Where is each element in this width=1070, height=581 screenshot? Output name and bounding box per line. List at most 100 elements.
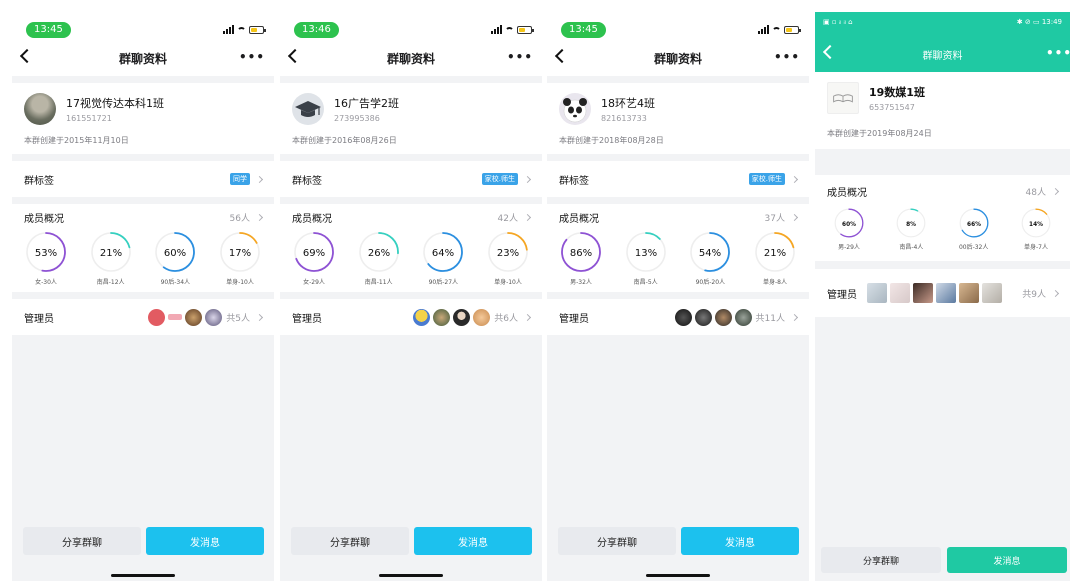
member-overview[interactable]: 成员概况 42人 69% 女-29人 26% 南昌-11人 64% 90后-27人 23% 单… <box>280 204 542 292</box>
share-group-button[interactable]: 分享群聊 <box>291 527 409 555</box>
ring-label: 南昌-11人 <box>364 279 393 286</box>
battery-icon <box>517 26 534 34</box>
status-bar: ▣ ▫ ᵢₗ ᵢₗ ⌂ ✱ ⊘ ▭ 13:49 <box>815 12 1070 36</box>
send-message-button[interactable]: 发消息 <box>681 527 799 555</box>
battery-icon <box>784 26 801 34</box>
ring-label: 00后-32人 <box>958 244 989 251</box>
group-name: 17视觉传达本科1班 <box>66 97 164 110</box>
group-id: 653751547 <box>869 103 915 112</box>
group-header[interactable]: 17视觉传达本科1班 161551721 本群创建于2015年11月10日 <box>12 83 274 154</box>
stat-ring: 86% 男-32人 <box>553 230 609 286</box>
ring-label: 90后-34人 <box>160 279 191 286</box>
ring-percent: 21% <box>764 248 786 259</box>
stat-ring: 64% 90后-27人 <box>415 230 471 286</box>
send-message-button[interactable]: 发消息 <box>947 547 1067 573</box>
home-indicator[interactable] <box>379 574 443 577</box>
group-tag-row[interactable]: 群标签 同学 <box>12 161 274 197</box>
admin-row[interactable]: 管理员 共9人 <box>815 269 1070 317</box>
more-icon[interactable]: ••• <box>1046 46 1070 60</box>
admin-avatar <box>205 308 223 326</box>
send-message-button[interactable]: 发消息 <box>414 527 532 555</box>
ring-label: 单身-8人 <box>762 279 787 286</box>
chevron-right-icon <box>523 313 532 321</box>
group-tag-row[interactable]: 群标签 家校.师生 <box>280 161 542 197</box>
status-bar: 13:45 <box>12 18 274 40</box>
group-created-date: 本群创建于2016年08月26日 <box>292 136 397 145</box>
ring-percent: 53% <box>35 248 57 259</box>
share-group-button[interactable]: 分享群聊 <box>23 527 141 555</box>
group-tag-label: 群标签 <box>292 175 322 187</box>
stat-ring: 23% 单身-10人 <box>480 230 536 286</box>
ring-label: 单身-10人 <box>494 279 522 286</box>
phone-screen-4: ▣ ▫ ᵢₗ ᵢₗ ⌂ ✱ ⊘ ▭ 13:49 群聊资料 ••• 19数媒1班 … <box>815 12 1070 581</box>
ring-chart: 21% <box>755 232 795 272</box>
graduation-cap-icon <box>292 93 324 125</box>
member-overview[interactable]: 成员概况 56人 53% 女-30人 21% 南昌-12人 60% 90后-34人 17% 单… <box>12 204 274 292</box>
ring-percent: 21% <box>100 248 122 259</box>
group-tag-row[interactable]: 群标签 家校.师生 <box>547 161 809 197</box>
admin-avatar <box>473 308 491 326</box>
ring-chart: 66% <box>959 208 989 238</box>
ring-percent: 17% <box>229 248 251 259</box>
home-indicator[interactable] <box>646 574 710 577</box>
admin-avatar <box>148 308 166 326</box>
admin-avatar <box>959 283 979 303</box>
phone-screen-3: 13:45 群聊资料 ••• 18环艺4班 821613733 本群创建于201… <box>547 18 809 581</box>
home-indicator[interactable] <box>111 574 175 577</box>
admin-row[interactable]: 管理员 共5人 <box>12 299 274 335</box>
member-overview[interactable]: 成员概况 48人 60% 男-29人 8% 南昌-4人 66% 00后-32人 14% 单身-… <box>815 175 1070 261</box>
stat-ring: 17% 单身-10人 <box>212 230 268 286</box>
status-time: 13:45 <box>561 22 606 38</box>
stat-rings: 53% 女-30人 21% 南昌-12人 60% 90后-34人 17% 单身-10人 <box>12 230 274 286</box>
bottom-actions: 分享群聊 发消息 <box>12 521 274 581</box>
admin-avatar <box>714 308 732 326</box>
page-title: 群聊资料 <box>653 51 702 66</box>
group-id: 273995386 <box>334 114 380 123</box>
chevron-right-icon <box>255 213 264 221</box>
admin-avatar <box>413 308 431 326</box>
back-icon[interactable] <box>554 48 570 64</box>
admin-avatar <box>674 308 692 326</box>
stat-ring: 60% 男-29人 <box>821 207 877 251</box>
chevron-right-icon <box>790 313 799 321</box>
chevron-right-icon <box>255 175 264 183</box>
ring-chart: 8% <box>896 208 926 238</box>
back-icon[interactable] <box>19 48 35 64</box>
status-icons <box>491 25 534 34</box>
status-icons <box>758 25 801 34</box>
admin-row[interactable]: 管理员 共11人 <box>547 299 809 335</box>
member-overview[interactable]: 成员概况 37人 86% 男-32人 13% 南昌-5人 54% 90后-20人 21% 单身… <box>547 204 809 292</box>
group-header[interactable]: 16广告学2班 273995386 本群创建于2016年08月26日 <box>280 83 542 154</box>
ring-percent: 54% <box>699 248 721 259</box>
share-group-button[interactable]: 分享群聊 <box>558 527 676 555</box>
status-time: 13:45 <box>26 22 71 38</box>
more-icon[interactable]: ••• <box>507 50 533 64</box>
ring-percent: 23% <box>497 248 519 259</box>
status-time: 13:49 <box>1041 18 1062 26</box>
ring-label: 女-29人 <box>303 279 325 286</box>
group-created-date: 本群创建于2019年08月24日 <box>827 129 932 138</box>
send-message-button[interactable]: 发消息 <box>146 527 264 555</box>
admin-count: 共6人 <box>494 313 518 324</box>
share-group-button[interactable]: 分享群聊 <box>821 547 941 573</box>
back-icon[interactable] <box>287 48 303 64</box>
back-icon[interactable] <box>822 44 838 60</box>
wifi-icon <box>505 27 514 34</box>
group-header[interactable]: 19数媒1班 653751547 本群创建于2019年08月24日 <box>815 72 1070 149</box>
admin-label: 管理员 <box>24 313 54 325</box>
admin-row[interactable]: 管理员 共6人 <box>280 299 542 335</box>
panda-avatar <box>559 93 591 125</box>
chevron-right-icon <box>790 213 799 221</box>
admin-avatar <box>694 308 712 326</box>
group-id: 821613733 <box>601 114 647 123</box>
more-icon[interactable]: ••• <box>774 50 800 64</box>
ring-label: 男-32人 <box>570 279 592 286</box>
stat-rings: 86% 男-32人 13% 南昌-5人 54% 90后-20人 21% 单身-8人 <box>547 230 809 286</box>
bottom-actions: 分享群聊 发消息 <box>280 521 542 581</box>
group-header[interactable]: 18环艺4班 821613733 本群创建于2018年08月28日 <box>547 83 809 154</box>
ring-chart: 64% <box>423 232 464 272</box>
more-icon[interactable]: ••• <box>239 50 265 64</box>
ring-label: 男-29人 <box>838 244 860 251</box>
ring-chart: 60% <box>834 208 864 238</box>
group-created-date: 本群创建于2018年08月28日 <box>559 136 664 145</box>
